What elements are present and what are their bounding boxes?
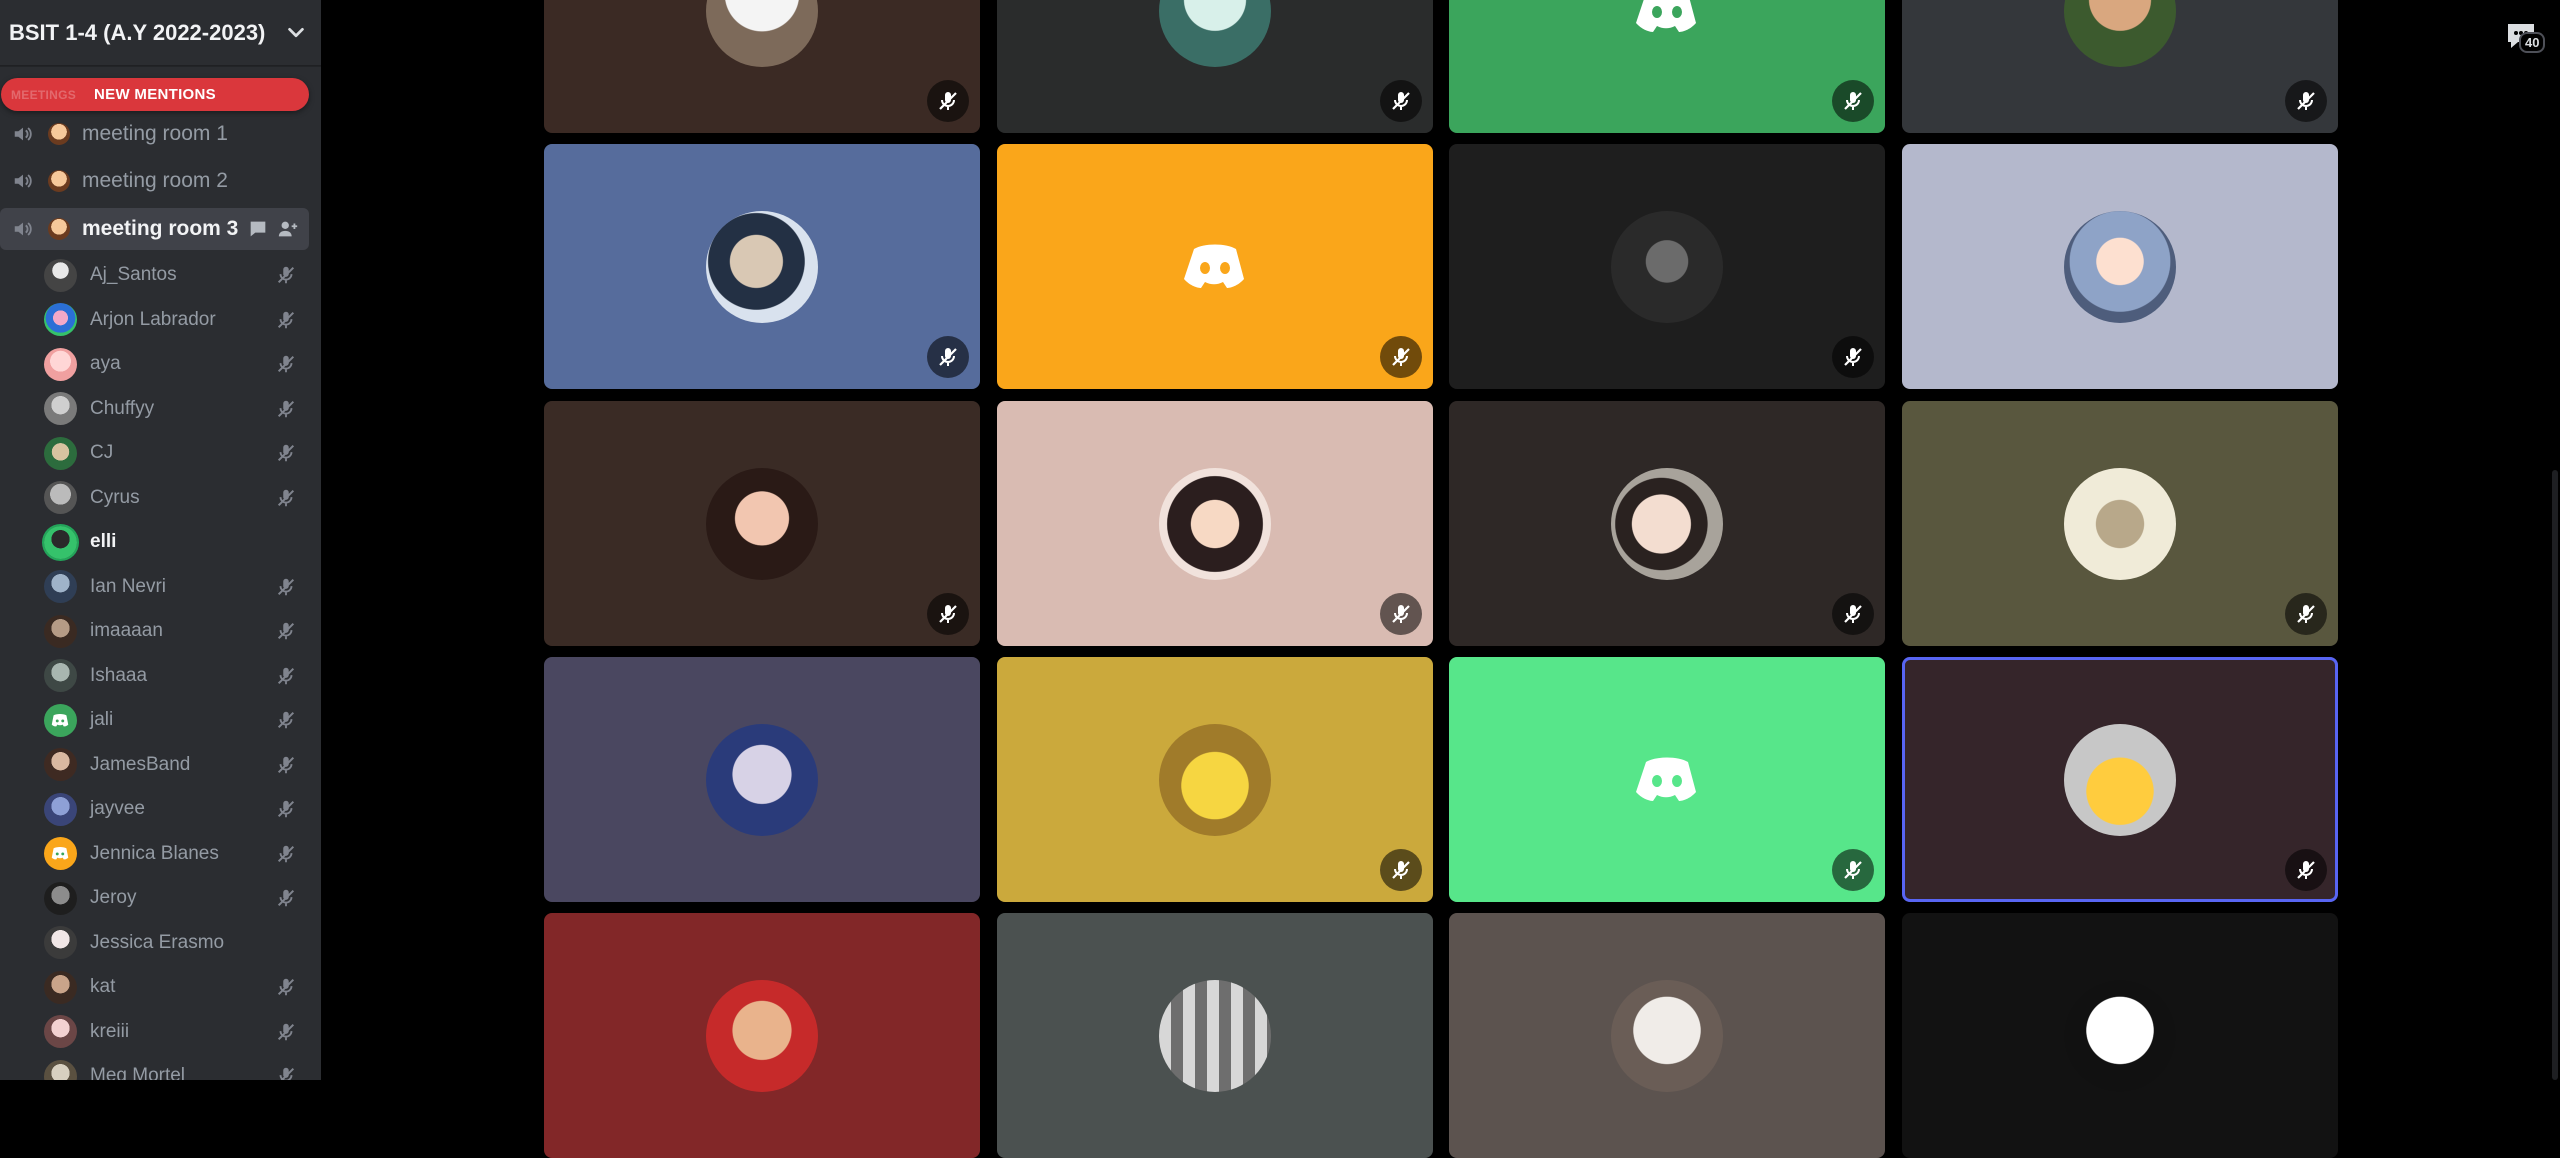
avatar <box>706 210 818 323</box>
participant-video-tile[interactable] <box>997 913 1433 1158</box>
discord-logo-icon <box>1184 244 1244 288</box>
participant-video-tile[interactable] <box>544 144 980 389</box>
participant-video-tile[interactable] <box>544 913 980 1158</box>
avatar <box>2064 0 2176 67</box>
participant-video-tile[interactable] <box>1449 144 1885 389</box>
avatar <box>1611 210 1723 323</box>
avatar <box>2064 979 2176 1092</box>
mic-muted-icon <box>1380 336 1422 378</box>
avatar <box>1159 0 1271 67</box>
chat-unread-badge: 40 <box>2519 32 2546 53</box>
avatar <box>1159 979 1271 1092</box>
avatar <box>1611 979 1723 1092</box>
discord-logo-icon <box>1636 0 1696 32</box>
mic-muted-icon <box>1832 80 1874 122</box>
participant-video-tile[interactable] <box>997 0 1433 133</box>
mic-muted-icon <box>1832 849 1874 891</box>
avatar <box>1159 467 1271 580</box>
participant-video-tile[interactable] <box>544 0 980 133</box>
participant-video-tile[interactable] <box>1902 657 2338 902</box>
avatar <box>1159 723 1271 836</box>
mic-muted-icon <box>2285 593 2327 635</box>
participant-video-tile[interactable] <box>1449 0 1885 133</box>
participant-video-tile[interactable] <box>1449 657 1885 902</box>
participant-video-tile[interactable] <box>1902 913 2338 1158</box>
avatar <box>706 979 818 1092</box>
participant-video-tile[interactable] <box>1902 144 2338 389</box>
avatar <box>2064 723 2176 836</box>
avatar <box>1611 467 1723 580</box>
mic-muted-icon <box>1380 593 1422 635</box>
avatar <box>706 723 818 836</box>
mic-muted-icon <box>927 593 969 635</box>
mic-muted-icon <box>2285 80 2327 122</box>
participant-video-tile[interactable] <box>997 144 1433 389</box>
participant-video-tile[interactable] <box>1449 401 1885 646</box>
mic-muted-icon <box>1380 849 1422 891</box>
avatar <box>706 467 818 580</box>
mic-muted-icon <box>1832 593 1874 635</box>
scrollbar[interactable] <box>2552 470 2558 1080</box>
participant-video-tile[interactable] <box>544 401 980 646</box>
participant-video-tile[interactable] <box>1902 401 2338 646</box>
discord-logo-icon <box>1636 757 1696 801</box>
participant-video-tile[interactable] <box>997 657 1433 902</box>
mic-muted-icon <box>1832 336 1874 378</box>
avatar <box>2064 467 2176 580</box>
participant-video-tile[interactable] <box>1902 0 2338 133</box>
mic-muted-icon <box>927 336 969 378</box>
participant-video-tile[interactable] <box>1449 913 1885 1158</box>
mic-muted-icon <box>927 80 969 122</box>
participant-video-tile[interactable] <box>544 657 980 902</box>
participant-video-tile[interactable] <box>997 401 1433 646</box>
video-grid <box>0 0 2560 1158</box>
mic-muted-icon <box>1380 80 1422 122</box>
mic-muted-icon <box>2285 849 2327 891</box>
avatar <box>2064 210 2176 323</box>
avatar <box>706 0 818 67</box>
